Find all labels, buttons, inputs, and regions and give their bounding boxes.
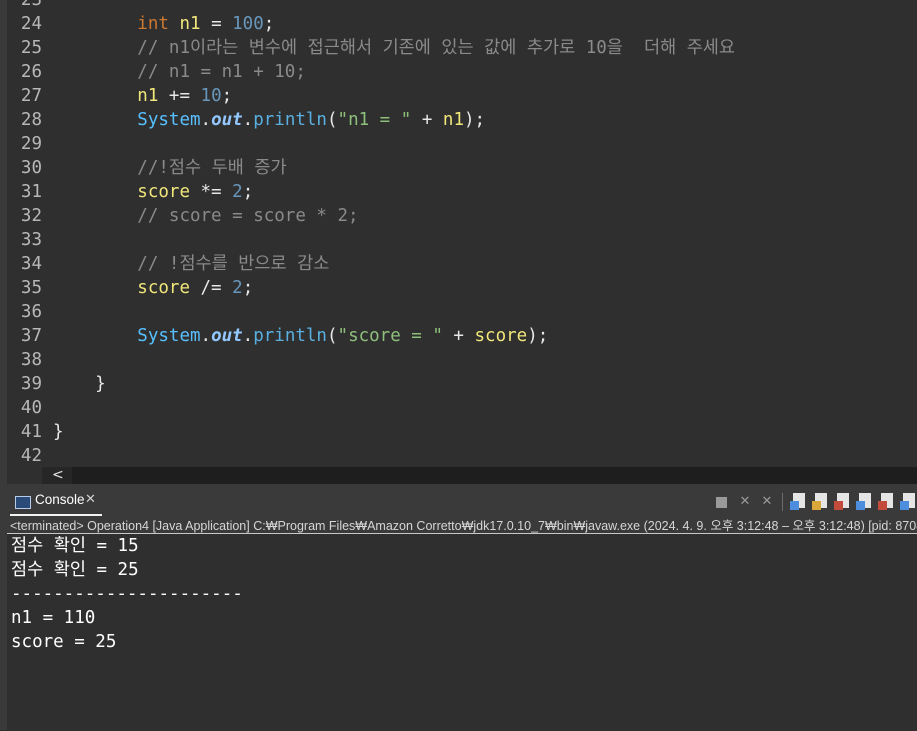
console-output-line: 점수 확인 = 25 — [11, 560, 139, 580]
line-number: 27 — [20, 86, 42, 106]
code-text[interactable]: score /= 2; — [53, 276, 253, 300]
code-text[interactable]: System.out.println("n1 = " + n1); — [53, 108, 485, 132]
pin-console-icon[interactable] — [856, 493, 871, 510]
code-text[interactable]: // n1 = n1 + 10; — [53, 60, 306, 84]
code-line[interactable]: 41} — [7, 420, 917, 444]
console-output-line: score = 25 — [11, 632, 117, 652]
code-text[interactable]: } — [53, 372, 106, 396]
code-line[interactable]: 23 — [7, 0, 917, 12]
console-output-line: ---------------------- — [11, 584, 243, 604]
remove-all-terminated-icon[interactable]: ✕ — [759, 494, 775, 510]
left-panel-edge — [0, 0, 7, 730]
code-line[interactable]: 28 System.out.println("n1 = " + n1); — [7, 108, 917, 132]
scroll-lock-icon[interactable] — [812, 493, 827, 510]
code-text[interactable]: int n1 = 100; — [53, 12, 274, 36]
open-console-icon[interactable] — [900, 493, 915, 510]
code-line[interactable]: 32 // score = score * 2; — [7, 204, 917, 228]
line-number: 32 — [20, 206, 42, 226]
console-header: Console ✕ ✕ ✕ <terminated> Operation4 [J… — [7, 484, 917, 533]
code-line[interactable]: 29 — [7, 132, 917, 156]
console-status: <terminated> Operation4 [Java Applicatio… — [10, 519, 917, 533]
code-text[interactable]: //!점수 두배 증가 — [53, 156, 286, 180]
display-selected-console-icon[interactable] — [878, 493, 893, 510]
line-number: 26 — [20, 62, 42, 82]
line-number: 35 — [20, 278, 42, 298]
code-line[interactable]: 34 // !점수를 반으로 감소 — [7, 252, 917, 276]
code-text[interactable]: // !점수를 반으로 감소 — [53, 252, 329, 276]
code-line[interactable]: 31 score *= 2; — [7, 180, 917, 204]
scroll-left-icon[interactable]: < — [52, 467, 64, 484]
line-number: 23 — [20, 0, 42, 10]
line-number: 37 — [20, 326, 42, 346]
line-number: 25 — [20, 38, 42, 58]
line-number: 41 — [20, 422, 42, 442]
code-line[interactable]: 38 — [7, 348, 917, 372]
console-icon — [15, 496, 31, 509]
toolbar-divider — [782, 493, 783, 511]
clear-console-icon[interactable] — [790, 493, 805, 510]
code-line[interactable]: 30 //!점수 두배 증가 — [7, 156, 917, 180]
line-number: 40 — [20, 398, 42, 418]
line-number: 28 — [20, 110, 42, 130]
line-number: 34 — [20, 254, 42, 274]
editor-horizontal-scrollbar[interactable]: < — [42, 467, 917, 484]
code-line[interactable]: 24 int n1 = 100; — [7, 12, 917, 36]
tab-console[interactable]: Console ✕ — [10, 490, 102, 516]
code-line[interactable]: 39 } — [7, 372, 917, 396]
line-number: 39 — [20, 374, 42, 394]
code-line[interactable]: 26 // n1 = n1 + 10; — [7, 60, 917, 84]
code-text[interactable]: System.out.println("score = " + score); — [53, 324, 548, 348]
line-number: 33 — [20, 230, 42, 250]
code-text[interactable]: // score = score * 2; — [53, 204, 358, 228]
console-output-line: n1 = 110 — [11, 608, 96, 628]
line-number: 31 — [20, 182, 42, 202]
remove-launch-icon[interactable]: ✕ — [737, 494, 753, 510]
line-number: 24 — [20, 14, 42, 34]
line-number: 38 — [20, 350, 42, 370]
console-output[interactable]: 점수 확인 = 15 점수 확인 = 25 --------------------… — [7, 533, 917, 731]
code-editor[interactable]: 23 24 int n1 = 100; 25 // n1이라는 변수에 접근해서 기… — [7, 0, 917, 467]
line-number: 42 — [20, 446, 42, 466]
code-line[interactable]: 40 — [7, 396, 917, 420]
code-line[interactable]: 37 System.out.println("score = " + score… — [7, 324, 917, 348]
console-output-line: 점수 확인 = 15 — [11, 536, 139, 556]
code-text[interactable]: } — [53, 420, 64, 444]
line-number: 36 — [20, 302, 42, 322]
code-text[interactable]: // n1이라는 변수에 접근해서 기존에 있는 값에 추가로 10을 더해 주… — [53, 36, 735, 60]
code-line[interactable]: 36 — [7, 300, 917, 324]
code-line[interactable]: 25 // n1이라는 변수에 접근해서 기존에 있는 값에 추가로 10을 더… — [7, 36, 917, 60]
line-number: 29 — [20, 134, 42, 154]
code-line[interactable]: 35 score /= 2; — [7, 276, 917, 300]
code-line[interactable]: 33 — [7, 228, 917, 252]
word-wrap-icon[interactable] — [834, 493, 849, 510]
code-text[interactable]: n1 += 10; — [53, 84, 232, 108]
code-text[interactable]: score *= 2; — [53, 180, 253, 204]
console-tab-label: Console — [35, 492, 85, 507]
line-number: 30 — [20, 158, 42, 178]
scrollbar-thumb[interactable] — [72, 467, 917, 484]
code-line[interactable]: 42 — [7, 444, 917, 467]
terminate-icon[interactable] — [716, 497, 727, 508]
code-line[interactable]: 27 n1 += 10; — [7, 84, 917, 108]
close-icon[interactable]: ✕ — [85, 492, 96, 507]
